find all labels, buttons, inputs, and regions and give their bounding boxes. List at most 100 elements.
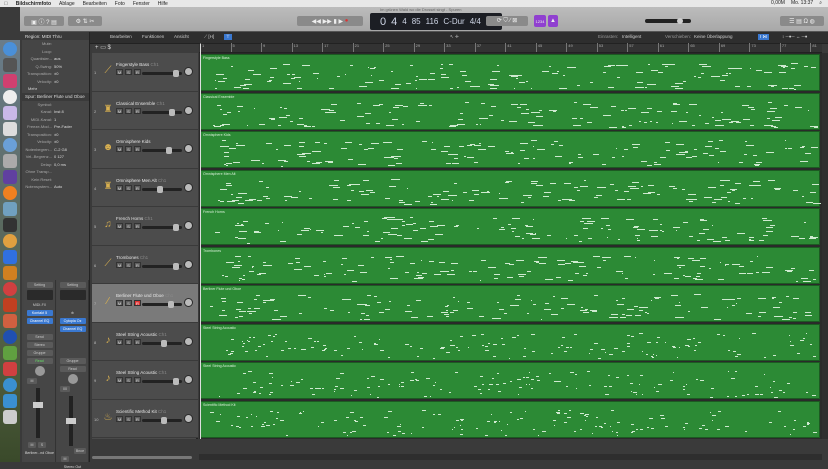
automation-icon[interactable]: ⟋ [H] [204,34,214,39]
midi-region[interactable]: Classical Ensemble [200,92,820,130]
dock-app-icon[interactable] [3,378,17,392]
menu-functions[interactable]: Funktionen [142,34,164,39]
automation-mode[interactable]: Read [26,358,53,364]
solo-button[interactable]: S [125,300,132,306]
solo-button[interactable]: S [125,107,132,114]
ensemble-icon[interactable]: ♜ [102,104,114,116]
menu-app[interactable]: Bildschirmfoto [16,1,51,7]
dock-app-icon[interactable] [3,138,17,152]
dock-app-icon[interactable] [3,346,17,360]
solo-button[interactable]: S [125,377,132,383]
volume-slider[interactable] [142,339,182,347]
record-enable-button[interactable]: R [134,261,141,268]
row-value[interactable]: 0,0 ms [54,162,66,167]
link-icon[interactable]: ⊕ [60,310,86,316]
dock-app-icon[interactable] [3,42,17,56]
ruler[interactable]: 1 5 9 13 17 21 25 29 33 37 41 45 49 53 57 61 65 69 73 77 81 [199,43,822,53]
bass-guitar-icon[interactable]: ⟋ [102,65,114,77]
record-enable-button[interactable]: R [134,338,141,345]
midi-region[interactable]: French Horns [200,208,820,245]
dock-app-icon[interactable] [3,202,17,216]
search-icon[interactable]: ⌕ [819,0,822,6]
pan-knob[interactable] [34,366,45,376]
inspector-row[interactable]: Freeze-Mod... Pre-Fader [22,123,89,131]
volume-slider[interactable] [142,224,182,231]
group-slot[interactable]: Gruppe [59,358,86,364]
record-enable-button[interactable]: R [134,146,141,152]
lcd-display[interactable]: 0 4 4 85 116 C-Dur 4/4 [370,13,502,30]
inspector-row[interactable]: Q-Swing: 50% [22,63,89,71]
row-value[interactable]: ±0 [54,79,58,84]
track-header[interactable]: 10 ♨ Scientific Method Kit Ch1 M S R [92,399,198,438]
inspector-row[interactable]: Vel.-Begrenz... 0 127 [22,153,89,161]
drums-icon[interactable]: ♨ [102,412,114,424]
pan-knob[interactable] [184,413,193,423]
track-header[interactable]: 8 ♪ Steel String Acoustic Ch1 M S R [92,322,198,361]
guitar-icon[interactable]: ♪ [102,335,114,347]
row-value[interactable]: ±0 [54,139,58,144]
record-enable-button[interactable]: R [134,415,141,422]
volume-slider[interactable] [142,108,182,116]
audio-fx-slot[interactable]: Channel EQ [26,318,53,324]
mute-button[interactable]: M [28,442,36,448]
track-name[interactable]: Trombones Ch1 [116,255,148,260]
dock-app-icon[interactable] [3,362,17,376]
volume-slider[interactable] [142,378,182,385]
dock-app-icon[interactable] [3,170,17,184]
track-header[interactable]: 4 ♜ Omnisphere Men Alt Ch1 M S R [92,168,198,207]
mute-button[interactable]: M [116,377,123,383]
volume-slider-handle[interactable] [165,147,172,154]
dock-app-icon[interactable] [3,234,17,248]
track-name[interactable]: Classical Ensemble Ch1 [116,101,165,106]
record-enable-button[interactable]: R [134,107,141,114]
pan-knob[interactable] [184,375,193,384]
row-value[interactable]: Auto [54,184,62,189]
volume-slider-handle[interactable] [172,378,179,385]
midi-region[interactable]: Berliner Flute und Oboe [200,285,820,322]
menu-hilfe[interactable]: Hilfe [158,1,168,7]
track-header[interactable]: 7 ∕ Berliner Flute und Oboe Ch1 M S R [92,284,198,323]
solo-button[interactable]: S [125,415,132,422]
midi-region[interactable]: Omnisphere Kids [200,131,820,168]
volume-fader[interactable] [33,388,43,438]
pan-knob[interactable] [184,67,193,76]
menu-edit[interactable]: Bearbeiten [110,34,132,39]
pan-knob[interactable] [184,298,193,307]
mute-button[interactable]: M [116,338,123,345]
flex-icon[interactable]: ⊤ [224,34,232,40]
flute-icon[interactable]: ∕ [102,296,114,308]
volume-slider-handle[interactable] [160,339,167,347]
row-value[interactable]: ±0 [54,132,58,137]
solo-button[interactable]: S [125,261,132,268]
header-scroll-thumb[interactable] [92,456,192,459]
eq-display[interactable] [59,290,86,300]
ensemble-icon[interactable]: ♜ [102,181,114,193]
volume-slider[interactable] [142,262,182,270]
pan-knob[interactable] [184,144,193,153]
row-value[interactable]: C-2 G8 [54,147,67,152]
duplicate-track-icon[interactable]: ▭ [100,45,106,51]
pan-knob[interactable] [184,105,193,115]
track-name[interactable]: Fingerstyle Bass Ch1 [116,62,159,67]
midi-fx-slot[interactable]: MIDI-FX [27,302,53,308]
volume-fader[interactable] [66,396,76,446]
mute-button[interactable]: M [116,261,123,268]
track-header[interactable]: 2 ♜ Classical Ensemble Ch1 M S R [92,91,198,130]
row-value[interactable]: aus [54,56,60,61]
volume-slider-handle[interactable] [157,185,164,193]
solo-button[interactable]: S [125,69,132,75]
track-header[interactable]: 1 ⟋ Fingerstyle Bass Ch1 M S R [92,53,198,92]
volume-slider[interactable] [142,70,182,77]
more-toggle[interactable]: Mehr [22,85,89,93]
pan-knob[interactable] [184,221,193,230]
track-header[interactable]: 9 ♪ Steel String Acoustic Ch1 M S R [92,361,198,400]
volume-slider-handle[interactable] [172,224,179,231]
midi-region[interactable]: Steel String Acoustic [200,362,820,399]
menu-bearbeiten[interactable]: Bearbeiten [83,1,107,7]
guitar-icon[interactable]: ♪ [102,373,114,385]
volume-slider-handle[interactable] [172,262,179,270]
zoom-sliders[interactable]: ↕ ─●─ ↔ ─● [782,34,808,39]
row-value[interactable]: ±0 [54,71,58,76]
mute-button[interactable]: M [116,223,123,229]
track-header[interactable]: 3 ☻ Omnisphere Kids MSR [92,130,198,169]
